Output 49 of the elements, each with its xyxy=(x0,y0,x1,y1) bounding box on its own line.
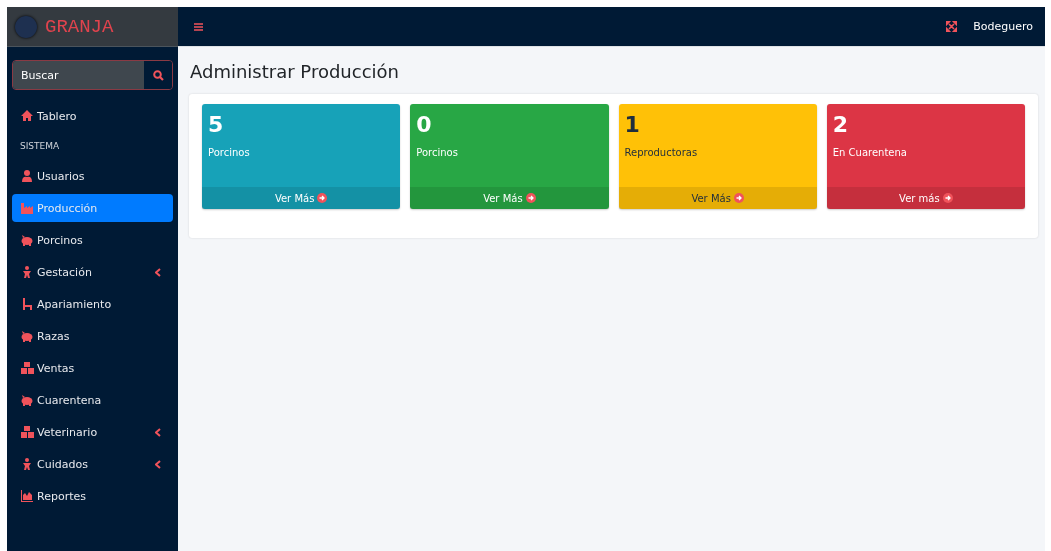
piggy-icon xyxy=(20,233,34,247)
arrow-circle-icon xyxy=(733,193,744,203)
sidebar-item[interactable]: Apariamiento xyxy=(12,290,173,318)
chart-icon xyxy=(20,489,34,503)
baby-icon xyxy=(20,265,34,279)
arrow-circle-icon xyxy=(525,193,536,203)
sidebar-item[interactable]: Razas xyxy=(12,322,173,350)
sidebar-item[interactable]: Porcinos xyxy=(12,226,173,254)
menu-icon[interactable] xyxy=(194,22,203,31)
chair-icon xyxy=(20,297,34,311)
sidebar-item[interactable]: Tablero xyxy=(12,102,173,130)
caret-icon xyxy=(155,267,161,277)
sidebar-item[interactable]: Cuarentena xyxy=(12,386,173,414)
sidebar-item[interactable]: Usuarios xyxy=(12,162,173,190)
stat-label: Reproductoras xyxy=(624,147,698,158)
piggy-icon xyxy=(20,393,34,407)
stat-value: 1 xyxy=(624,112,640,137)
sidebar-item[interactable]: Cuidados xyxy=(12,450,173,478)
more-info-link[interactable]: Ver Más xyxy=(410,187,609,209)
stat-value: 2 xyxy=(832,112,849,137)
stat-value: 0 xyxy=(416,112,432,137)
industry-icon xyxy=(20,201,34,215)
brand-title: GRANJA xyxy=(45,15,114,38)
caret-icon xyxy=(155,459,161,469)
more-info-link[interactable]: Ver Más xyxy=(202,187,401,209)
stat-value: 5 xyxy=(208,112,224,137)
stat-label: Porcinos xyxy=(416,147,458,158)
sidebar-item[interactable]: Gestación xyxy=(12,258,173,286)
fullscreen-icon[interactable] xyxy=(946,21,958,32)
arrow-circle-icon xyxy=(942,193,953,203)
more-info-link[interactable]: Ver más xyxy=(826,187,1025,209)
section-header: SISTEMA xyxy=(19,140,61,153)
sidebar-item[interactable]: Veterinario xyxy=(12,418,173,446)
baby-icon xyxy=(20,457,34,471)
user-icon xyxy=(20,169,34,183)
boxes-icon xyxy=(20,425,34,439)
page-title: Administrar Producción xyxy=(190,61,400,82)
arrow-circle-icon xyxy=(317,193,328,203)
user-name[interactable]: Bodeguero xyxy=(973,20,1033,33)
sidebar-item[interactable]: Ventas xyxy=(12,354,173,382)
piggy-icon xyxy=(20,329,34,343)
logo-icon xyxy=(15,15,37,38)
caret-icon xyxy=(155,427,161,437)
sidebar-item[interactable]: Reportes xyxy=(12,482,173,510)
stat-label: En Cuarentena xyxy=(832,147,907,158)
boxes-icon xyxy=(20,361,34,375)
more-info-link[interactable]: Ver Más xyxy=(618,187,817,209)
home-icon xyxy=(20,109,34,123)
stat-label: Porcinos xyxy=(208,147,250,158)
